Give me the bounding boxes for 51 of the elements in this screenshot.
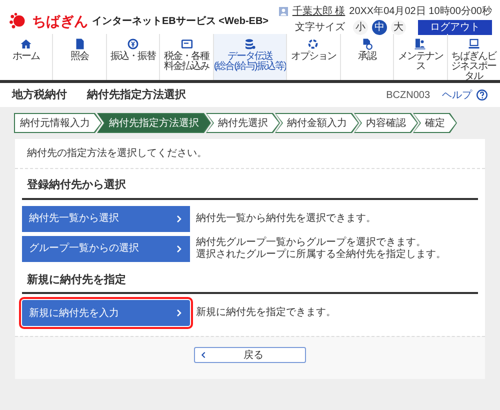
progress-step: 確定: [413, 113, 457, 133]
gear-icon: [307, 38, 320, 50]
document-icon: [74, 38, 86, 50]
section-heading: 新規に納付先を指定: [22, 268, 478, 294]
nav-tab[interactable]: オプション: [286, 34, 340, 80]
user-name-link[interactable]: 千葉太郎 様: [292, 4, 346, 19]
person-icon: [414, 38, 426, 50]
page-title: 納付先指定方法選択: [87, 88, 186, 103]
font-size-button[interactable]: 大: [391, 20, 406, 35]
bank-logo: ちばぎん: [32, 14, 88, 28]
font-size-button[interactable]: 中: [372, 20, 387, 35]
nav-tab[interactable]: ホーム: [0, 34, 52, 80]
font-size-label: 文字サイズ: [295, 20, 345, 35]
instruction-text: 納付先の指定方法を選択してください。: [15, 139, 485, 169]
chevron-right-icon: [175, 244, 183, 252]
progress-step: 納付金額入力: [275, 113, 359, 133]
approval-icon: [360, 38, 373, 50]
option-button[interactable]: 新規に納付先を入力: [22, 300, 190, 326]
progress-step: 納付先指定方法選択: [97, 113, 211, 133]
nav-tab[interactable]: 承認: [340, 34, 394, 80]
option-description: 納付先グループ一覧からグループを選択できます。 選択されたグループに所属する全納付先を指定します。: [196, 236, 446, 260]
user-icon: [279, 7, 288, 16]
nav-tab[interactable]: 照会: [52, 34, 106, 80]
help-icon: [476, 89, 488, 101]
progress-step: 内容確認: [354, 113, 418, 133]
logout-button[interactable]: ログアウト: [418, 20, 492, 35]
option-description: 新規に納付先を指定できます。: [196, 307, 336, 319]
login-datetime: 20XX年04月02日 10時00分00秒: [349, 4, 492, 19]
back-button[interactable]: 戻る: [194, 347, 306, 363]
chevron-left-icon: [200, 351, 207, 359]
page-category: 地方税納付: [12, 88, 67, 103]
section-heading: 登録納付先から選択: [22, 174, 478, 200]
home-icon: [20, 38, 32, 50]
option-button[interactable]: 納付先一覧から選択: [22, 206, 190, 232]
help-link[interactable]: ヘルプ: [442, 88, 488, 102]
screen-id: BCZN003: [386, 88, 430, 102]
progress-step: 納付元情報入力: [14, 113, 102, 133]
option-description: 納付先一覧から納付先を選択できます。: [196, 212, 376, 224]
progress-step: 納付先選択: [206, 113, 280, 133]
card-icon: [180, 38, 193, 50]
nav-tab[interactable]: ちばぎんビジネスポータル: [446, 34, 500, 80]
nav-tab[interactable]: 振込・振替: [106, 34, 160, 80]
font-size-button[interactable]: 小: [353, 20, 368, 35]
chevron-right-icon: [175, 309, 183, 317]
laptop-icon: [468, 38, 480, 50]
yen-circle-icon: [127, 38, 140, 50]
option-button[interactable]: グループ一覧からの選択: [22, 236, 190, 262]
service-name: インターネットEBサービス <Web-EB>: [92, 14, 268, 28]
chevron-right-icon: [175, 214, 183, 222]
nav-tab[interactable]: メンテナンス: [393, 34, 446, 80]
database-icon: [244, 38, 256, 50]
